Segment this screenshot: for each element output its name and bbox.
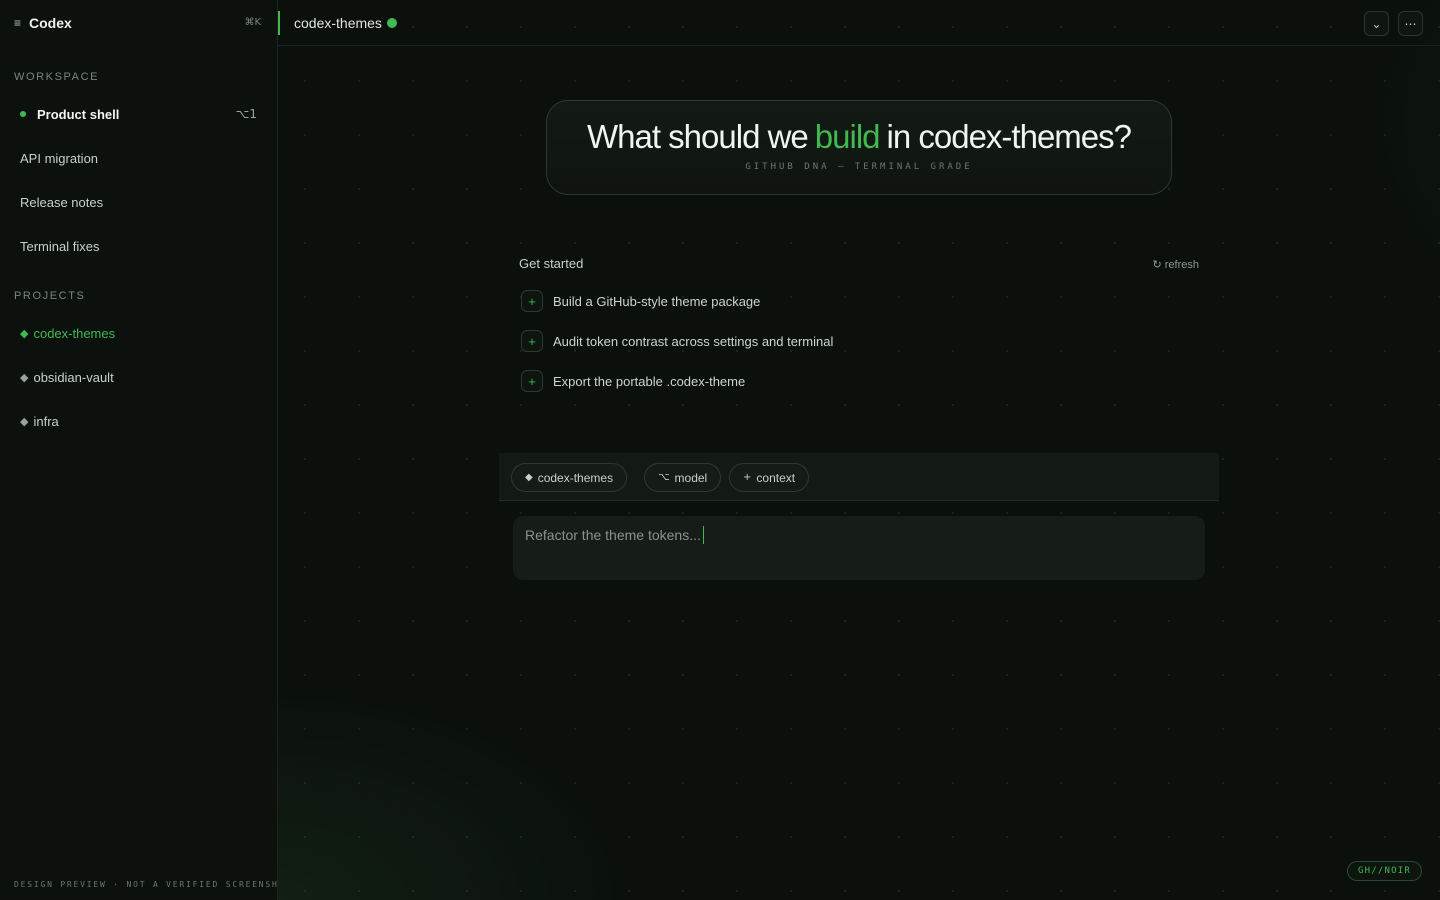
text-caret [702,526,704,544]
command-palette-shortcut[interactable]: ⌘K [244,17,261,28]
chip-label: codex-themes [537,470,614,485]
project-item-label: infra [33,413,59,429]
plus-icon[interactable]: + [521,330,543,352]
suggestion-item[interactable]: + Audit token contrast across settings a… [521,330,833,352]
diamond-icon: ◆ [20,370,29,384]
prompt-placeholder: Refactor the theme tokens... [525,527,701,543]
sidebar: ≡ Codex ⌘K WORKSPACE Product shell ⌥1 AP… [0,0,290,900]
top-bar: codex-themes ⌄ ⋯ [278,0,1440,46]
sidebar-header: ≡ Codex ⌘K [0,0,277,46]
diamond-icon: ◆ [20,326,29,340]
get-started-label: Get started [519,256,584,271]
context-chip[interactable]: + context [729,463,810,492]
hero-title: What should we build in codex-themes? [547,118,1171,156]
project-item-label: codex-themes [33,325,116,341]
chip-label: context [756,470,796,485]
more-options-button[interactable]: ⋯ [1398,11,1423,36]
design-preview-footer: DESIGN PREVIEW · NOT A VERIFIED SCREENSH… [14,880,292,889]
more-icon: ⋯ [1404,16,1417,31]
tab-codex-themes[interactable]: codex-themes [294,15,382,31]
diamond-icon: ◆ [525,472,533,483]
suggestion-text: Build a GitHub-style theme package [553,293,761,309]
chip-label: model [674,470,708,485]
tab-accent-bar [278,11,280,35]
refresh-button[interactable]: ↻ refresh [1152,258,1199,271]
project-item-label: obsidian-vault [33,369,114,385]
dropdown-button[interactable]: ⌄ [1364,11,1389,36]
hero-card: What should we build in codex-themes? GITH… [546,100,1172,195]
status-dot-icon [386,17,397,28]
prompt-input[interactable]: Refactor the theme tokens... [513,516,1205,580]
menu-icon[interactable]: ≡ [14,16,29,30]
prompt-input-text[interactable]: Refactor the theme tokens... [525,526,704,544]
hero-subtitle: GITHUB DNA — TERMINAL GRADE [745,162,973,172]
app-title: Codex [29,15,72,31]
chevron-down-icon: ⌄ [1371,16,1382,31]
hero-title-before: What should we [586,118,809,155]
hero-title-after: in codex-themes? [886,118,1132,155]
app-window: ≡ Codex ⌘K WORKSPACE Product shell ⌥1 AP… [0,0,1440,900]
sidebar-item-release-notes[interactable]: Release notes [20,190,257,214]
suggestion-text: Audit token contrast across settings and… [553,333,834,349]
hero-title-highlight: build [814,118,881,155]
option-key-icon: ⌥ [658,472,670,483]
project-chip[interactable]: ◆ codex-themes [511,463,628,492]
sidebar-item-label: Terminal fixes [20,238,100,254]
projects-section-label: PROJECTS [14,290,86,302]
sidebar-item-terminal-fixes[interactable]: Terminal fixes [20,234,257,258]
suggestion-item[interactable]: + Build a GitHub-style theme package [521,290,760,312]
diamond-icon: ◆ [20,414,29,428]
workspace-section-label: WORKSPACE [14,71,100,83]
sidebar-item-label: API migration [20,150,99,166]
project-item-infra[interactable]: ◆ infra [20,409,257,433]
sidebar-item-api-migration[interactable]: API migration [20,146,257,170]
item-shortcut: ⌥1 [235,107,257,121]
theme-badge: GH//NOIR [1347,861,1422,881]
sidebar-item-label: Release notes [20,194,104,210]
sidebar-item-label: Product shell [37,106,120,122]
model-chip[interactable]: ⌥ model [644,463,722,492]
project-item-obsidian-vault[interactable]: ◆ obsidian-vault [20,365,257,389]
plus-icon[interactable]: + [521,370,543,392]
sidebar-item-product-shell[interactable]: Product shell ⌥1 [20,102,257,126]
composer-chip-bar: ◆ codex-themes ⌥ model + context [499,453,1219,501]
plus-icon: + [743,472,752,483]
suggestion-text: Export the portable .codex-theme [553,373,746,389]
active-dot-icon [20,111,26,117]
suggestion-item[interactable]: + Export the portable .codex-theme [521,370,745,392]
main-panel: codex-themes ⌄ ⋯ What should we build in c… [278,0,1440,900]
project-item-codex-themes[interactable]: ◆ codex-themes [20,321,257,345]
plus-icon[interactable]: + [521,290,543,312]
